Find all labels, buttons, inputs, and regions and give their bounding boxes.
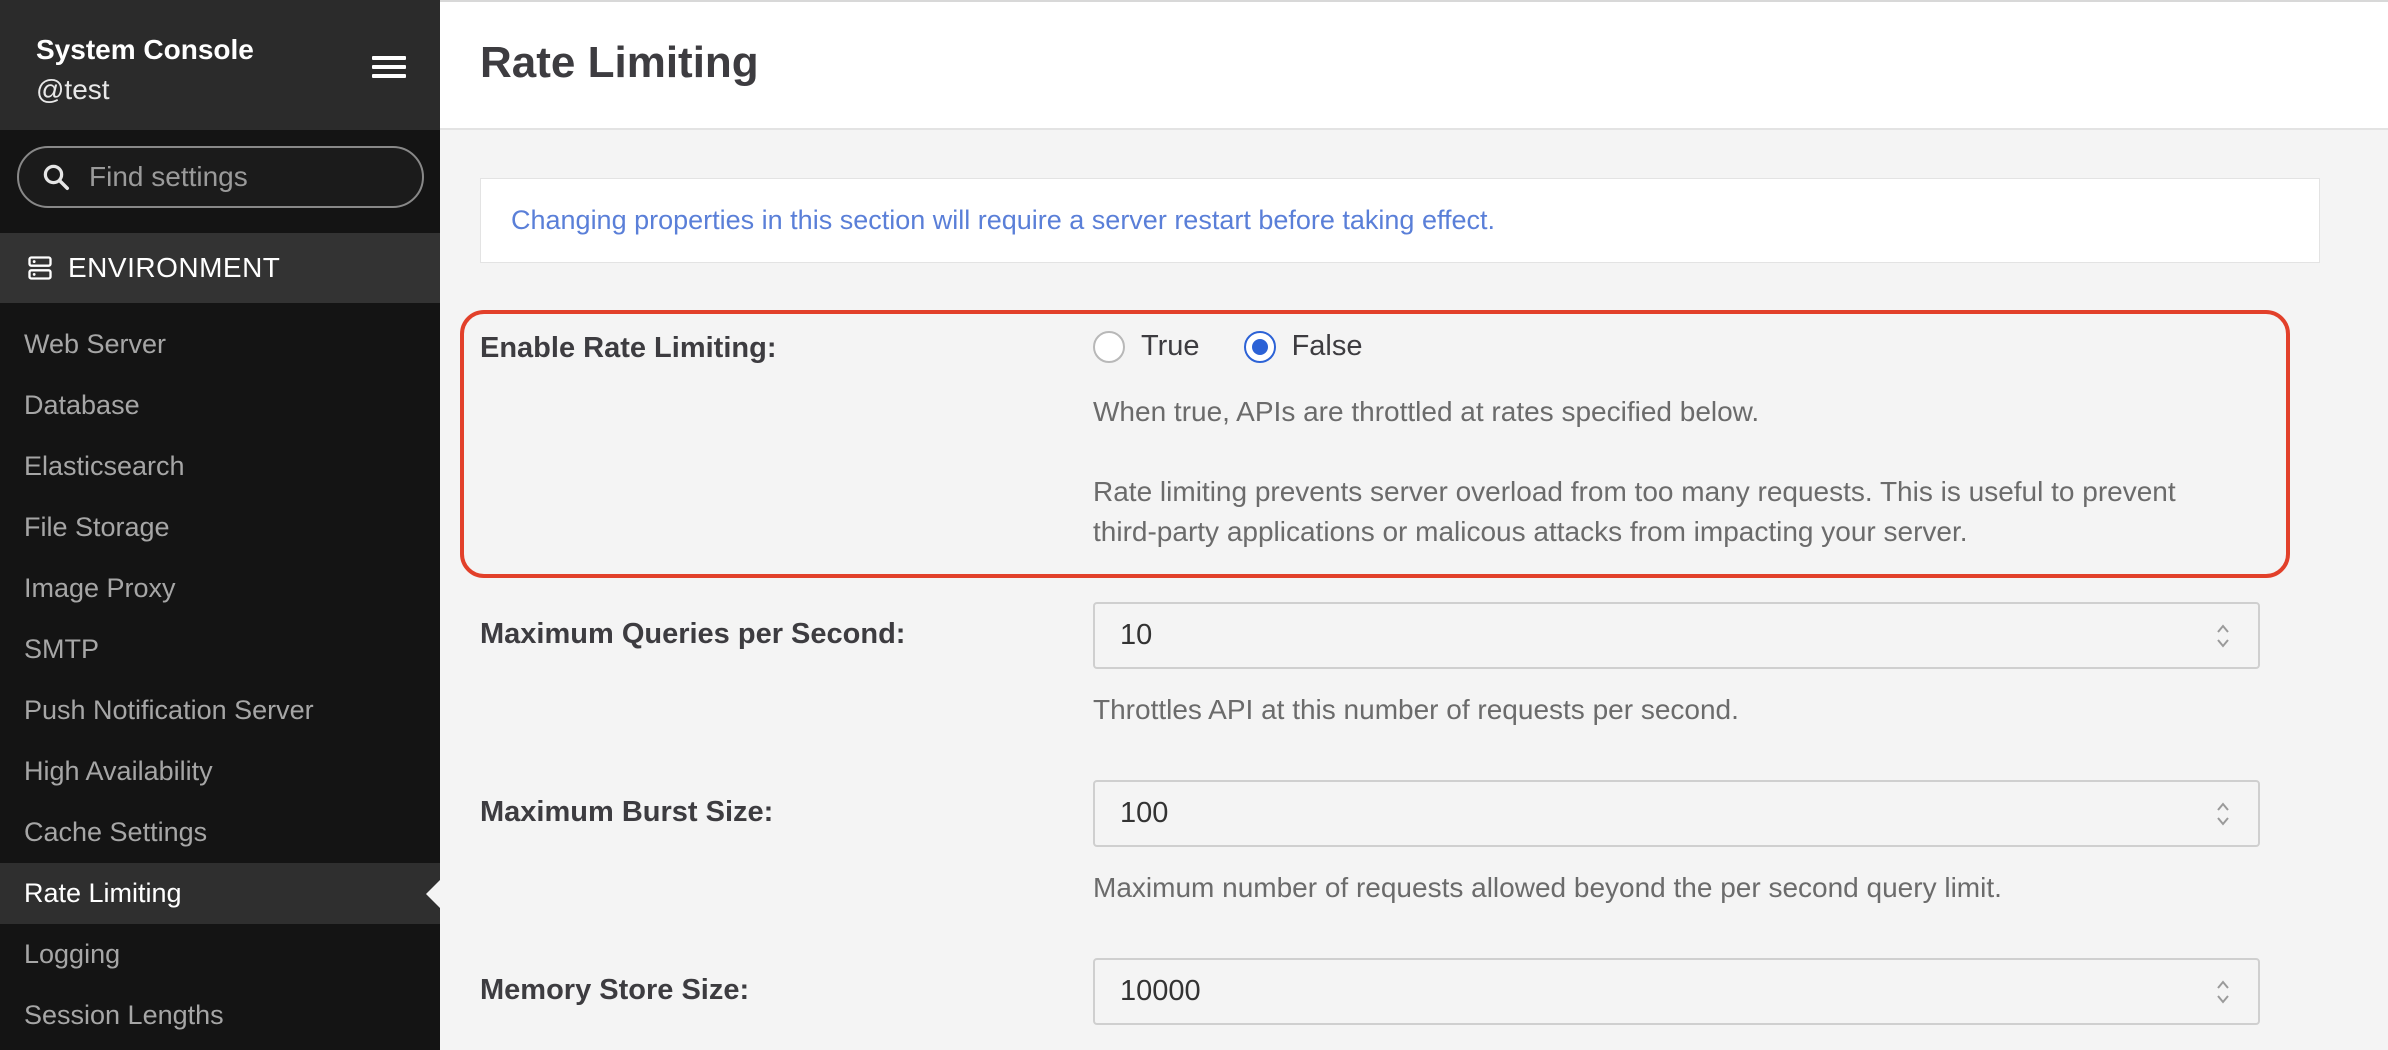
enable-help-1: When true, APIs are throttled at rates s… xyxy=(1093,396,1760,427)
enable-rate-limiting-label: Enable Rate Limiting: xyxy=(480,332,777,364)
sidebar-item-session-lengths[interactable]: Session Lengths xyxy=(0,985,440,1046)
memory-store-label: Memory Store Size: xyxy=(480,974,750,1006)
search-icon xyxy=(43,164,69,190)
page-title: Rate Limiting xyxy=(480,38,759,87)
max-qps-value[interactable]: 10 xyxy=(1120,619,1152,652)
stepper-icon[interactable] xyxy=(2212,796,2234,832)
main-content: Rate Limiting Changing properties in thi… xyxy=(440,0,2388,1050)
max-burst-label: Maximum Burst Size: xyxy=(480,796,774,828)
max-burst-input[interactable]: 100 xyxy=(1093,780,2260,847)
sidebar-item-rate-limiting[interactable]: Rate Limiting xyxy=(0,863,440,924)
stepper-icon[interactable] xyxy=(2212,618,2234,654)
memory-store-value[interactable]: 10000 xyxy=(1120,975,1201,1008)
server-icon xyxy=(28,256,52,280)
sidebar-item-image-proxy[interactable]: Image Proxy xyxy=(0,558,440,619)
sidebar-item-push-notification-server[interactable]: Push Notification Server xyxy=(0,680,440,741)
max-burst-help: Maximum number of requests allowed beyon… xyxy=(1093,872,2002,903)
sidebar-item-elasticsearch[interactable]: Elasticsearch xyxy=(0,436,440,497)
sidebar-item-smtp[interactable]: SMTP xyxy=(0,619,440,680)
sidebar-item-logging[interactable]: Logging xyxy=(0,924,440,985)
sidebar-nav: Web Server Database Elasticsearch File S… xyxy=(0,314,440,1046)
section-environment: ENVIRONMENT xyxy=(0,233,440,303)
max-qps-input[interactable]: 10 xyxy=(1093,602,2260,669)
sidebar-item-file-storage[interactable]: File Storage xyxy=(0,497,440,558)
sidebar-item-high-availability[interactable]: High Availability xyxy=(0,741,440,802)
max-qps-help: Throttles API at this number of requests… xyxy=(1093,694,1739,725)
max-burst-value[interactable]: 100 xyxy=(1120,797,1168,830)
enable-help-2-line-2: third-party applications or malicous att… xyxy=(1093,516,1968,547)
page-header: Rate Limiting xyxy=(440,0,2388,130)
radio-true[interactable]: True xyxy=(1093,330,1200,363)
radio-false[interactable]: False xyxy=(1243,330,1363,363)
sidebar: System Console @test ENVIRONMENT Web xyxy=(0,0,440,1050)
enable-help-2-line-1: Rate limiting prevents server overload f… xyxy=(1093,476,2176,507)
radio-false-circle[interactable] xyxy=(1243,330,1276,363)
settings-search[interactable] xyxy=(17,146,424,208)
radio-false-label[interactable]: False xyxy=(1292,330,1363,363)
memory-store-input[interactable]: 10000 xyxy=(1093,958,2260,1025)
section-label: ENVIRONMENT xyxy=(68,252,281,283)
radio-true-label[interactable]: True xyxy=(1141,330,1200,363)
menu-icon[interactable] xyxy=(372,56,406,78)
enable-rate-limiting-radio-group: True False xyxy=(1093,330,1406,363)
app-root: System Console @test ENVIRONMENT Web xyxy=(0,0,2388,1050)
sidebar-header: System Console @test xyxy=(0,0,440,130)
max-qps-label: Maximum Queries per Second: xyxy=(480,618,906,650)
search-input[interactable] xyxy=(89,161,409,193)
restart-banner: Changing properties in this section will… xyxy=(480,178,2320,263)
sidebar-item-web-server[interactable]: Web Server xyxy=(0,314,440,375)
stepper-icon[interactable] xyxy=(2212,974,2234,1010)
sidebar-item-database[interactable]: Database xyxy=(0,375,440,436)
sidebar-item-cache-settings[interactable]: Cache Settings xyxy=(0,802,440,863)
radio-true-circle[interactable] xyxy=(1093,330,1125,363)
